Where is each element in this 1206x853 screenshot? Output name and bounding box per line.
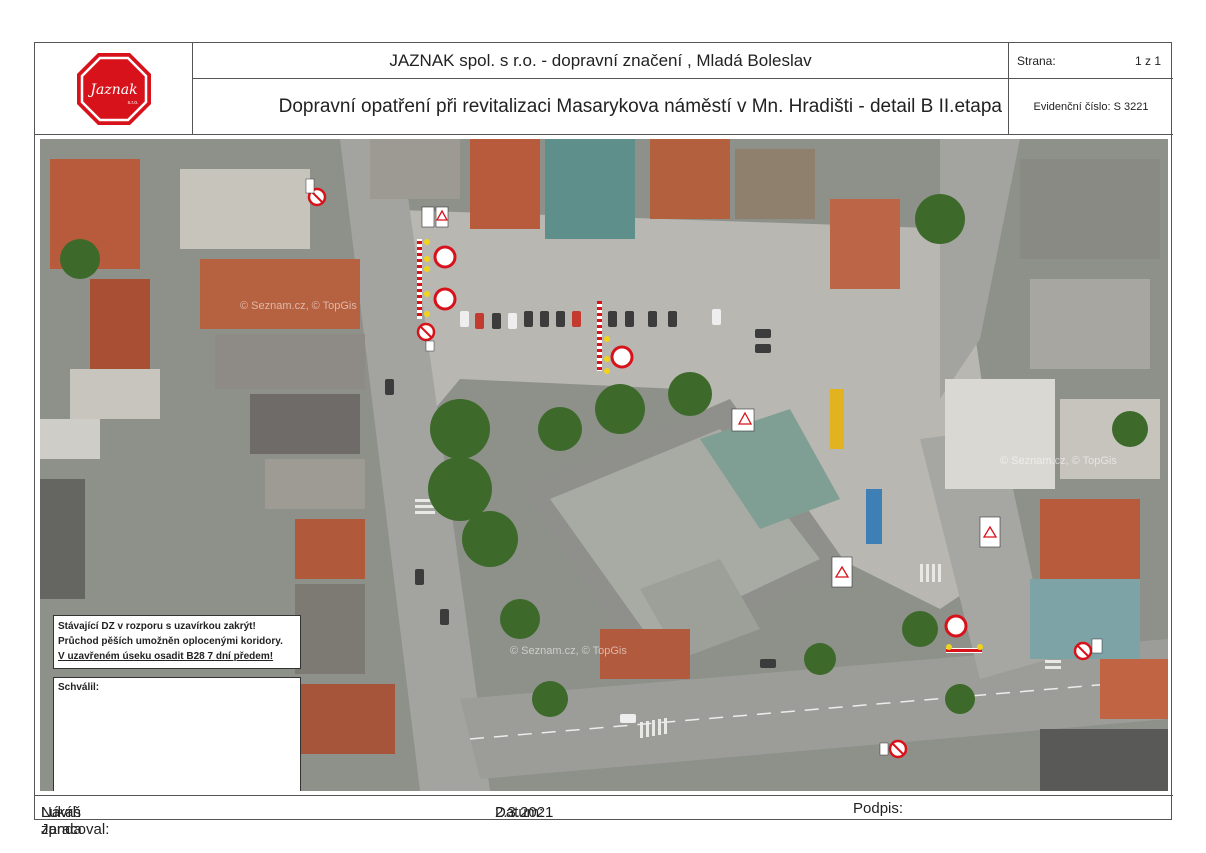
yellow-bus [830,389,844,449]
footer-signature: Podpis: [853,800,904,817]
note-line-2: Průchod pěších umožněn oplocenými korido… [58,636,283,647]
drawing-sheet: Jaznak s.r.o. JAZNAK spol. s r.o. - dopr… [34,42,1173,838]
approval-box: Schválil: [53,677,301,791]
no-entry-sign-icon [610,345,634,369]
closure-notes-box: Stávající DZ v rozporu s uzavírkou zakrý… [53,615,301,669]
note-line-1: Stávající DZ v rozporu s uzavírkou zakrý… [58,621,256,632]
page-number-cell: Strana: 1 z 1 [1009,43,1173,79]
svg-text:Jaznak: Jaznak [87,82,137,98]
no-entry-sign-icon [433,287,457,311]
svg-text:© Seznam.cz, © TopGis: © Seznam.cz, © TopGis [510,645,627,657]
stop-sign-logo-icon: Jaznak s.r.o. [77,53,151,125]
author-name: Lukáš Janda [41,804,82,838]
company-header: JAZNAK spol. s r.o. - dopravní značení ,… [193,43,1009,79]
barrier-parking [597,301,602,371]
page-label: Strana: [1017,53,1056,68]
registration-number-cell: Evidenční číslo: S 3221 [1009,79,1173,135]
no-entry-sign-icon [944,614,968,638]
document-title: Dopravní opatření při revitalizaci Masar… [278,95,1002,117]
approval-label: Schválil: [58,682,100,693]
barrier-west [417,239,422,319]
company-logo-cell: Jaznak s.r.o. [35,43,193,135]
title-header: Dopravní opatření při revitalizaci Masar… [193,79,1009,135]
svg-text:© Seznam.cz, © TopGis: © Seznam.cz, © TopGis [1000,455,1117,467]
footer: Návrh zpracoval: Lukáš Janda Datum: 2.3.… [35,795,1173,838]
aerial-map[interactable]: © Seznam.cz, © TopGis © Seznam.cz, © Top… [40,139,1168,791]
page-value: 1 z 1 [1134,53,1161,68]
date-value: 2.3.2021 [495,804,554,821]
evid-value: S 3221 [1113,100,1149,113]
blue-bus [866,489,882,544]
svg-text:© Seznam.cz, © TopGis: © Seznam.cz, © TopGis [240,300,357,312]
note-line-3: V uzavřeném úseku osadit B28 7 dní přede… [58,651,274,662]
svg-text:s.r.o.: s.r.o. [128,100,139,106]
no-entry-sign-icon [433,245,457,269]
evid-label: Evidenční číslo: [1033,100,1111,113]
company-name: JAZNAK spol. s r.o. - dopravní značení ,… [389,50,812,70]
